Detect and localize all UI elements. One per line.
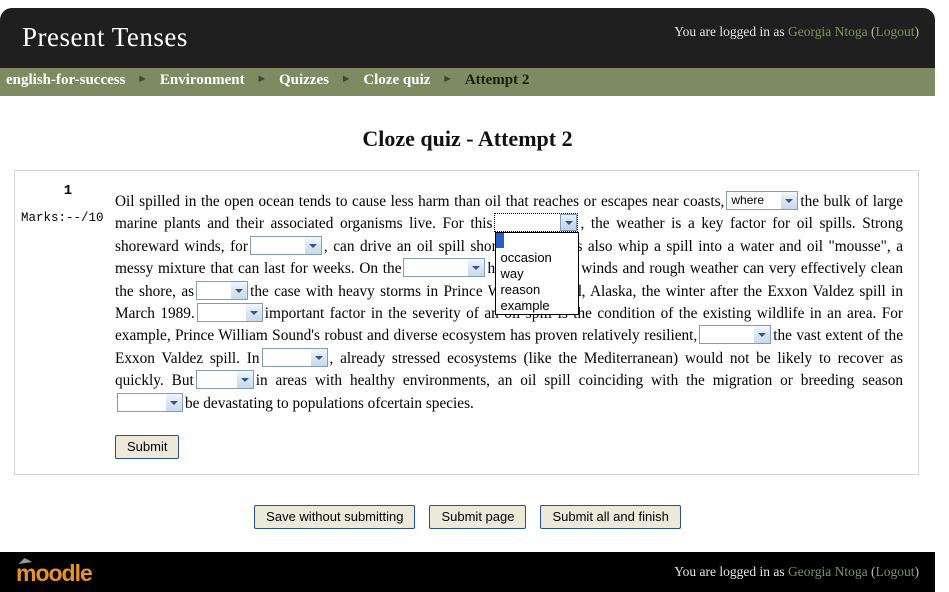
site-title: Present Tenses [22,22,188,52]
breadcrumb-separator-icon: ► [256,73,268,85]
submit-page-button[interactable]: Submit page [429,505,527,529]
breadcrumb-separator-icon: ► [340,73,352,85]
blank-select-was[interactable] [196,280,249,300]
blank-select-where[interactable]: where [726,191,799,210]
dropdown-option-example[interactable]: example [496,298,578,314]
question-text: Oil spilled in the open ocean tends to c… [115,191,903,415]
question-box: 1 Marks:--/10 Oil spilled in the open oc… [14,170,919,475]
breadcrumb-item-cloze-quiz[interactable]: Cloze quiz [363,72,430,88]
marks-label: Marks: [21,211,67,225]
blank-select-even[interactable] [195,370,254,390]
chevron-down-icon [235,371,253,389]
header-login-info: You are logged in as Georgia Ntoga (Logo… [674,24,919,40]
chevron-down-icon [244,304,262,322]
breadcrumb-item-english-for-success[interactable]: english-for-success [6,72,125,88]
blank-select-could[interactable] [117,392,183,412]
chevron-down-icon [165,393,182,411]
chevron-down-icon [303,236,321,254]
question-number: 1 [63,183,73,199]
dropdown-option-blank[interactable] [496,233,505,249]
marks-value: --/10 [66,211,104,225]
blank-select-despite[interactable] [699,325,772,345]
content-spacer [0,475,935,505]
blank-select-reason-open[interactable]: occasion way reason example [494,213,580,315]
question-marks: Marks:--/10 [21,211,115,225]
chevron-down-icon [780,192,798,209]
breadcrumb-separator-icon: ► [442,73,454,85]
breadcrumb-item-attempt-2: Attempt 2 [464,72,530,88]
footer-logout-link[interactable]: Logout [876,564,915,579]
footer-login-info: You are logged in as Georgia Ntoga (Logo… [674,564,919,580]
header-login-prefix: You are logged in as [674,24,785,39]
page-root: Present Tenses You are logged in as Geor… [0,0,949,592]
dropdown-option-reason[interactable]: reason [496,282,578,298]
page-title: Cloze quiz - Attempt 2 [362,126,573,151]
text-segment-1: Oil spilled in the open ocean tends to c… [115,193,725,210]
dropdown-option-occasion[interactable]: occasion [496,250,578,266]
blank-select-contrast[interactable] [261,347,328,367]
breadcrumb: english-for-success ► Environment ► Quiz… [6,72,529,89]
chevron-down-icon [309,348,327,366]
blank-select-reason-field[interactable] [494,213,579,233]
site-header: Present Tenses You are logged in as Geor… [0,8,935,68]
submit-button[interactable]: Submit [115,435,180,459]
dropdown-option-way[interactable]: way [496,266,578,282]
submit-all-and-finish-button[interactable]: Submit all and finish [540,505,681,529]
blank-select-example[interactable] [249,235,322,255]
footer-user-link[interactable]: Georgia Ntoga [788,564,868,579]
chevron-down-icon [753,326,771,344]
quiz-action-buttons: Save without submitting Submit page Subm… [0,505,935,529]
breadcrumb-bar: english-for-success ► Environment ► Quiz… [0,68,935,96]
text-segment-11: be devastating to populations ofcertain … [185,394,474,412]
site-footer: moodle You are logged in as Georgia Ntog… [0,552,935,592]
chevron-down-icon [560,214,578,232]
blank-select-other[interactable] [403,258,486,278]
moodle-logo[interactable]: moodle [16,560,93,587]
chevron-down-icon [230,281,248,299]
header-user-link[interactable]: Georgia Ntoga [788,24,868,39]
header-logout-link[interactable]: Logout [876,24,915,39]
footer-login-prefix: You are logged in as [674,564,785,579]
breadcrumb-item-quizzes[interactable]: Quizzes [279,72,329,88]
blank-select-where-value: where [731,193,765,207]
header-logout-close: ) [914,24,920,39]
footer-logout-close: ) [914,564,920,579]
breadcrumb-item-environment[interactable]: Environment [160,72,245,88]
breadcrumb-separator-icon: ► [137,73,149,85]
submit-question-container: Submit [115,435,180,459]
text-segment-10: in areas with healthy environments, an o… [255,372,904,390]
dropdown-option-list[interactable]: occasion way reason example [495,232,580,315]
chevron-down-icon [467,259,485,277]
blank-select-another[interactable] [196,303,263,323]
save-without-submitting-button[interactable]: Save without submitting [254,505,416,529]
